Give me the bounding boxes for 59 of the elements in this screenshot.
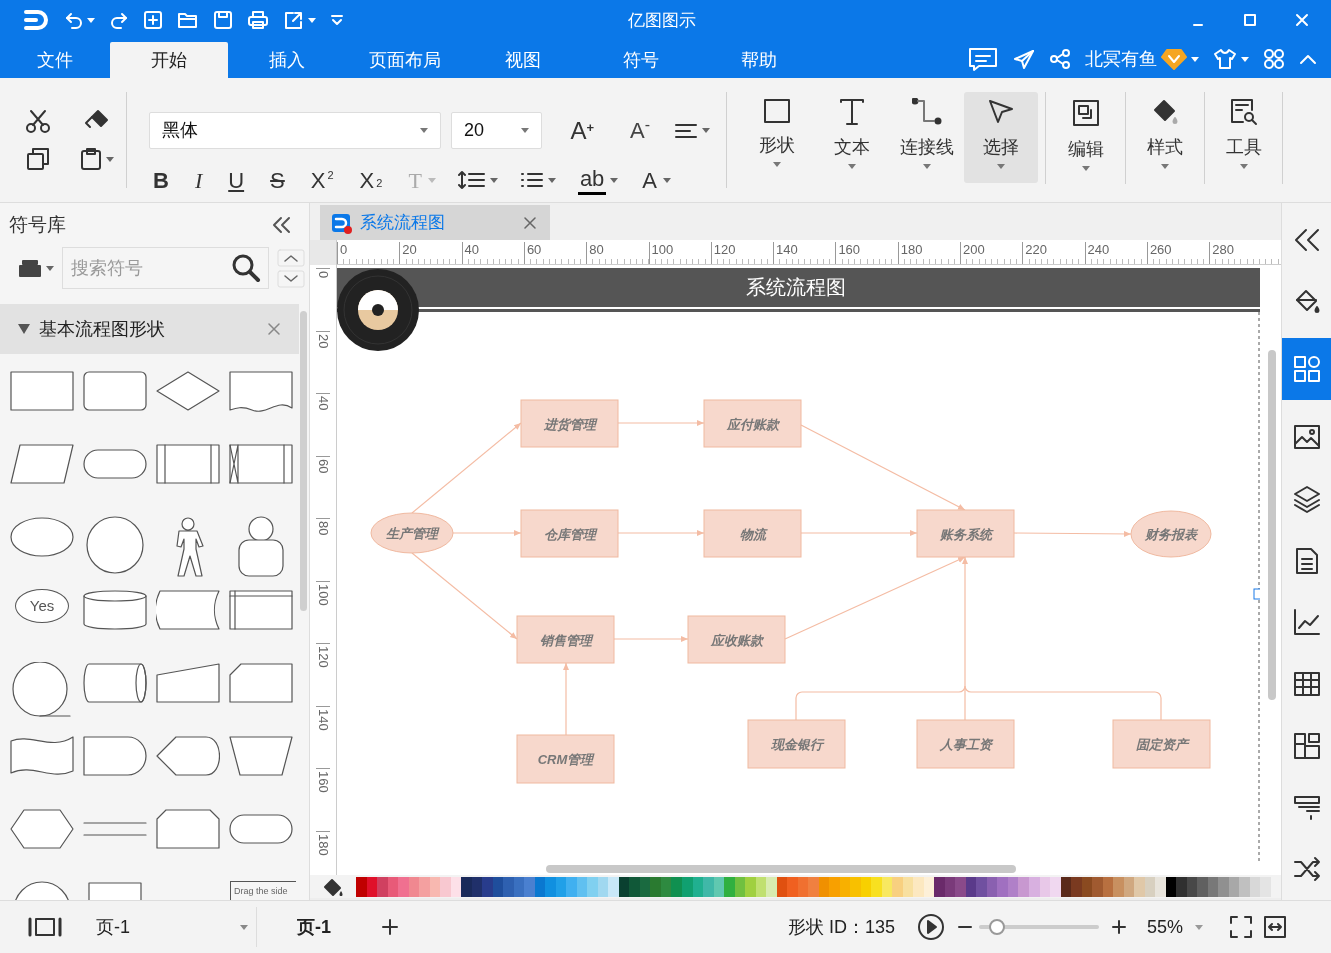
user-name[interactable]: 北冥有鱼	[1085, 45, 1157, 73]
ruler-label: 120	[316, 643, 330, 668]
tool-button[interactable]: 连接线	[889, 92, 964, 183]
node-label: 物流	[739, 526, 766, 542]
menu-tab[interactable]: 插入	[228, 42, 346, 78]
menu-tab[interactable]: 页面布局	[346, 42, 464, 78]
menu-tab[interactable]: 开始	[110, 42, 228, 78]
ruler-label: 80	[316, 518, 330, 536]
tool-button[interactable]: 样式	[1133, 92, 1197, 183]
ruler-label: 60	[316, 455, 330, 473]
tool-button[interactable]: 编辑	[1053, 92, 1118, 183]
font-color-button[interactable]: A	[640, 165, 660, 195]
underline-button[interactable]: U	[226, 165, 247, 195]
node-label: 销售管理	[539, 632, 592, 648]
grow-font-button[interactable]: A$^{+}$	[570, 112, 594, 149]
node-label: 进货管理	[543, 416, 596, 432]
strikethrough-button[interactable]: S	[268, 165, 287, 195]
font-size-dropdown[interactable]: 20	[450, 112, 543, 149]
node-label: 账务系统	[939, 526, 992, 542]
tool-button[interactable]: 工具	[1212, 92, 1275, 183]
ruler-label: 140	[316, 705, 330, 731]
window-title: 亿图图示	[628, 11, 696, 31]
node-label: 财务报表	[1145, 527, 1197, 542]
node-label: 固定资产	[1135, 737, 1188, 752]
tool-button[interactable]: 选择	[964, 92, 1038, 183]
node-label: 生产管理	[386, 526, 438, 541]
ruler-label: 100	[316, 580, 330, 606]
highlight-button[interactable]: ab	[577, 165, 607, 195]
search-field[interactable]: 搜索符号	[62, 247, 269, 290]
tool-button[interactable]: 文本	[814, 92, 889, 183]
node-label: 应付账款	[726, 416, 779, 432]
ruler-label: 0	[316, 268, 330, 279]
zoom-dropdown[interactable]: 55%	[1146, 913, 1203, 941]
bold-button[interactable]: B	[151, 165, 171, 195]
labeled-ellipse-shape[interactable]: Yes	[15, 589, 69, 624]
node-label: CRM管理	[537, 752, 594, 767]
shape-id-text: 形状 ID：135	[787, 915, 895, 939]
tool-button[interactable]: 形状	[739, 92, 814, 183]
ruler-label: 40	[316, 393, 330, 411]
menu-tab[interactable]: 文件	[0, 42, 110, 78]
ruler-label: 20	[316, 330, 330, 348]
page-tab[interactable]: 页-1	[297, 913, 331, 941]
diagram-title: 系统流程图	[746, 276, 846, 298]
node-label: 现金银行	[770, 737, 823, 752]
menu-tab[interactable]: 视图	[464, 42, 582, 78]
menu-tab[interactable]: 符号	[582, 42, 700, 78]
page-dropdown[interactable]: 页-1	[96, 913, 256, 941]
node-label: 仓库管理	[543, 526, 596, 542]
italic-button[interactable]: I	[192, 165, 205, 195]
menu-tab[interactable]: 帮助	[700, 42, 818, 78]
ruler-label: 180	[316, 830, 330, 856]
node-label: 应收账款	[710, 632, 763, 648]
font-dropdown[interactable]: 黑体	[149, 112, 441, 149]
node-label: 人事工资	[939, 737, 992, 752]
panel-title: 符号库	[9, 213, 66, 238]
ruler-label: 160	[316, 768, 330, 793]
document-tab-title: 系统流程图	[360, 211, 445, 234]
shrink-font-button[interactable]: A$^{-}$	[630, 114, 650, 147]
superscript-button[interactable]: X$^{2}$	[308, 165, 336, 195]
